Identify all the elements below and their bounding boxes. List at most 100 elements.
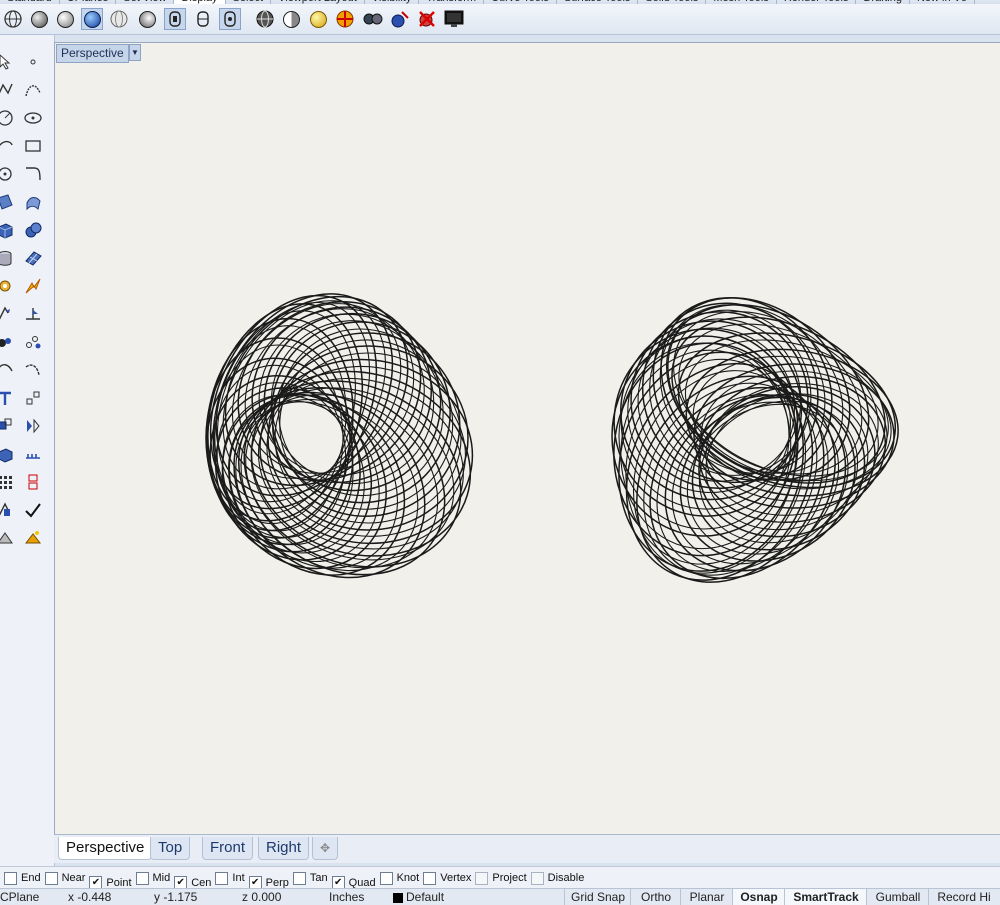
pen-display-icon[interactable] (219, 8, 241, 30)
points-cloud-icon[interactable] (22, 331, 44, 353)
rendered-blue-sphere-icon[interactable] (81, 8, 103, 30)
add-viewport-tab-icon[interactable]: ✥ (312, 837, 339, 860)
layer-color-swatch (393, 892, 403, 903)
osnap-checkbox[interactable] (530, 871, 544, 885)
ellipse-icon[interactable] (22, 107, 44, 129)
arc-icon[interactable] (0, 135, 16, 157)
gear-pattern-icon[interactable] (0, 275, 16, 297)
status-toggle[interactable]: Osnap (732, 889, 785, 905)
copy-objects-icon[interactable] (0, 415, 16, 437)
status-toggle[interactable]: Record Hi (928, 889, 999, 905)
cylinder-solid-icon[interactable] (0, 247, 16, 269)
viewport-menu-dropdown[interactable]: ▼ (129, 44, 141, 61)
osnap-label: Quad (348, 876, 376, 889)
polygon-icon[interactable] (0, 163, 16, 185)
curve-extend-icon[interactable] (22, 359, 44, 381)
transform-move-icon[interactable] (0, 303, 16, 325)
technical-display-icon[interactable] (164, 8, 186, 30)
show-objects-icon[interactable] (389, 8, 411, 30)
flat-shade-sphere-icon[interactable] (280, 8, 302, 30)
osnap-checkbox[interactable] (475, 871, 489, 885)
rendered-sphere-icon[interactable] (54, 8, 76, 30)
zebra-analysis-icon[interactable] (334, 8, 356, 30)
osnap-option[interactable]: Near (44, 867, 85, 889)
hide-objects-icon[interactable] (416, 8, 438, 30)
analysis-icon[interactable] (0, 499, 16, 521)
osnap-option[interactable]: Tan (292, 867, 328, 889)
render-lights-icon[interactable] (22, 527, 44, 549)
viewport-title[interactable]: Perspective (56, 44, 129, 63)
light-bulb-sphere-icon[interactable] (307, 8, 329, 30)
distance-measure-icon[interactable] (22, 443, 44, 465)
osnap-checkbox[interactable] (44, 871, 58, 885)
dimension-icon[interactable] (22, 387, 44, 409)
artistic-display-icon[interactable] (192, 8, 214, 30)
text-object-icon[interactable] (0, 387, 16, 409)
grid-array-icon[interactable] (0, 471, 16, 493)
mirror-icon[interactable] (22, 415, 44, 437)
boolean-union-icon[interactable] (22, 219, 44, 241)
osnap-option[interactable]: Mid (135, 867, 171, 889)
camera-view-icon[interactable] (362, 8, 384, 30)
ghosted-globe-icon[interactable] (108, 8, 130, 30)
explode-icon[interactable] (22, 275, 44, 297)
surface-patch-icon[interactable] (0, 191, 16, 213)
osnap-label: Mid (152, 872, 171, 884)
array-solid-icon[interactable] (0, 443, 16, 465)
osnap-checkbox[interactable] (4, 871, 17, 885)
osnap-label: Cen (191, 876, 212, 889)
osnap-bar: End Near ✔ Point Mid ✔ Cen Int ✔ Perp Tan ✔ Quad Knot… (0, 866, 1000, 889)
polyline-icon[interactable] (0, 79, 16, 101)
solid-box-icon[interactable] (0, 219, 16, 241)
status-toggle[interactable]: SmartTrack (784, 889, 867, 905)
osnap-option[interactable]: Knot (379, 867, 420, 889)
surface-loft-icon[interactable] (22, 191, 44, 213)
tab-top[interactable]: Top (150, 837, 191, 860)
group-objects-icon[interactable] (0, 331, 16, 353)
osnap-checkbox[interactable] (423, 871, 437, 885)
tab-perspective[interactable]: Perspective (58, 837, 153, 860)
status-bar: CPlane x -0.448 y -1.175 z 0.000 Inches … (0, 888, 1000, 905)
circle-icon[interactable] (0, 107, 16, 129)
units-label: Inches (329, 890, 365, 904)
check-icon[interactable] (22, 499, 44, 521)
osnap-option[interactable]: Disable (530, 867, 584, 889)
tab-front[interactable]: Front (202, 837, 254, 860)
render-solid-icon[interactable] (0, 527, 16, 549)
fillet-curve-icon[interactable] (22, 163, 44, 185)
curve-offset-icon[interactable] (0, 359, 16, 381)
point-icon[interactable] (22, 51, 44, 73)
block-insert-icon[interactable] (22, 471, 44, 493)
current-layer[interactable]: Default (393, 889, 444, 905)
shaded-sphere-icon[interactable] (28, 8, 50, 30)
osnap-option[interactable]: End (4, 867, 41, 889)
mesh-plane-icon[interactable] (22, 247, 44, 269)
split-icon[interactable] (22, 303, 44, 325)
osnap-checkbox[interactable] (292, 871, 306, 885)
monitor-icon[interactable] (443, 8, 465, 30)
osnap-checkbox[interactable] (215, 871, 229, 885)
osnap-label: End (21, 872, 41, 884)
perspective-viewport[interactable]: Perspective ▼ (54, 42, 1000, 835)
select-arrow-icon[interactable] (0, 51, 16, 73)
curve-control-points-icon[interactable] (22, 79, 44, 101)
osnap-checkbox[interactable] (379, 871, 393, 885)
tab-right[interactable]: Right (258, 837, 310, 860)
rectangle-icon[interactable] (22, 135, 44, 157)
osnap-option[interactable]: Int (215, 867, 245, 889)
osnap-option[interactable]: Vertex (423, 867, 471, 889)
status-toggle[interactable]: Planar (680, 889, 733, 905)
osnap-option[interactable]: Project (475, 867, 527, 889)
mesh-sphere-icon[interactable] (254, 8, 276, 30)
y-coordinate: y -1.175 (154, 890, 198, 904)
osnap-label: Project (492, 872, 527, 884)
z-coordinate: z 0.000 (242, 890, 282, 904)
status-toggle[interactable]: Ortho (630, 889, 681, 905)
status-toggle[interactable]: Gumball (866, 889, 929, 905)
osnap-label: Knot (396, 872, 420, 884)
osnap-checkbox[interactable] (135, 871, 149, 885)
xray-sphere-icon[interactable] (136, 8, 158, 30)
torus-ring-group (205, 293, 474, 579)
wireframe-globe-icon[interactable] (2, 8, 24, 30)
status-toggle[interactable]: Grid Snap (564, 889, 631, 905)
